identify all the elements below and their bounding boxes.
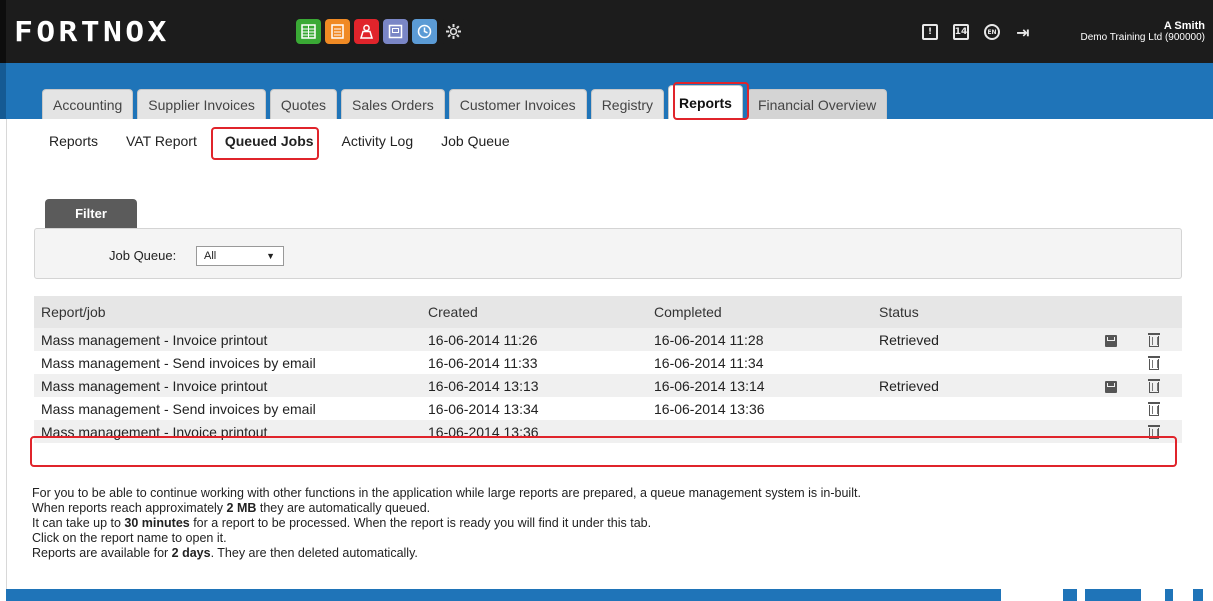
info-line: It can take up to 30 minutes for a repor… (32, 516, 652, 530)
info-line: For you to be able to continue working w… (32, 486, 861, 500)
tab-supplier-invoices[interactable]: Supplier Invoices (137, 89, 266, 119)
notifications-icon[interactable]: ! (922, 24, 938, 40)
queued-jobs-table: Report/job Created Completed Status Mass… (34, 296, 1182, 443)
tab-sales-orders[interactable]: Sales Orders (341, 89, 445, 119)
job-status (872, 351, 1096, 374)
invoice-app-icon[interactable] (325, 19, 350, 44)
reports-tab-highlight (673, 82, 749, 120)
subnav-activity-log[interactable]: Activity Log (342, 133, 414, 149)
header-status: Status (872, 296, 1096, 328)
header-created: Created (421, 296, 647, 328)
accounting-app-icon[interactable] (296, 19, 321, 44)
job-name[interactable]: Mass management - Send invoices by email (34, 397, 421, 420)
payroll-app-icon[interactable] (354, 19, 379, 44)
footer-bar (6, 589, 1213, 601)
subnav-reports[interactable]: Reports (49, 133, 98, 149)
app-switcher (296, 19, 466, 44)
info-line: When reports reach approximately 2 MB th… (32, 501, 431, 515)
job-queue-value: All (204, 250, 217, 262)
job-name[interactable]: Mass management - Invoice printout (34, 374, 421, 397)
tab-accounting[interactable]: Accounting (42, 89, 134, 119)
delete-icon[interactable] (1148, 402, 1160, 417)
company-name: Demo Training Ltd (900000) (1080, 32, 1205, 43)
tab-financial-overview[interactable]: Financial Overview (746, 89, 888, 119)
job-completed: 16-06-2014 11:28 (647, 328, 872, 351)
last-row-highlight (30, 436, 1177, 467)
settings-gear-icon[interactable] (441, 19, 466, 44)
language-icon[interactable]: EN (984, 24, 1000, 40)
job-name[interactable]: Mass management - Invoice printout (34, 328, 421, 351)
header-save (1096, 296, 1126, 328)
job-name[interactable]: Mass management - Send invoices by email (34, 351, 421, 374)
archive-app-icon[interactable] (383, 19, 408, 44)
main-nav: Accounting Supplier Invoices Quotes Sale… (0, 63, 1213, 119)
logout-icon[interactable]: ⇥ (1015, 23, 1031, 42)
job-created: 16-06-2014 13:13 (421, 374, 647, 397)
header-report-job: Report/job (34, 296, 421, 328)
main-tabs: Accounting Supplier Invoices Quotes Sale… (42, 85, 888, 119)
table-header-row: Report/job Created Completed Status (34, 296, 1182, 328)
filter-panel: Job Queue: All ▼ (34, 228, 1182, 279)
job-status (872, 397, 1096, 420)
job-status: Retrieved (872, 328, 1096, 351)
tab-customer-invoices[interactable]: Customer Invoices (448, 89, 587, 119)
delete-icon[interactable] (1148, 379, 1160, 394)
table-row[interactable]: Mass management - Send invoices by email… (34, 351, 1182, 374)
subnav-job-queue[interactable]: Job Queue (441, 133, 510, 149)
user-name: A Smith (1163, 20, 1205, 32)
fortnox-logo[interactable]: FORTNOX (14, 15, 170, 48)
job-completed: 16-06-2014 13:14 (647, 374, 872, 397)
tab-registry[interactable]: Registry (590, 89, 665, 119)
filter-tab[interactable]: Filter (45, 199, 137, 228)
dropdown-arrow-icon: ▼ (266, 251, 275, 261)
job-completed: 16-06-2014 11:34 (654, 354, 764, 371)
table-row[interactable]: Mass management - Send invoices by email… (34, 397, 1182, 420)
delete-icon[interactable] (1148, 356, 1160, 371)
delete-icon[interactable] (1148, 333, 1160, 348)
job-completed: 16-06-2014 13:36 (654, 400, 765, 417)
queued-jobs-highlight (211, 127, 319, 160)
time-app-icon[interactable] (412, 19, 437, 44)
subnav-vat-report[interactable]: VAT Report (126, 133, 197, 149)
utility-icons: ! 14 EN ⇥ (922, 23, 1031, 42)
footer-decoration (1001, 589, 1213, 601)
job-created: 16-06-2014 13:34 (428, 400, 539, 417)
table-row[interactable]: Mass management - Invoice printout 16-06… (34, 328, 1182, 351)
save-icon[interactable] (1105, 380, 1117, 393)
table-row[interactable]: Mass management - Invoice printout 16-06… (34, 374, 1182, 397)
job-created: 16-06-2014 11:33 (428, 354, 538, 371)
header-completed: Completed (647, 296, 872, 328)
info-line: Click on the report name to open it. (32, 531, 227, 545)
calendar-icon[interactable]: 14 (953, 24, 969, 40)
info-line: Reports are available for 2 days. They a… (32, 546, 418, 560)
user-info[interactable]: A Smith Demo Training Ltd (900000) (1080, 20, 1205, 43)
job-status: Retrieved (872, 374, 1096, 397)
queue-info-text: For you to be able to continue working w… (32, 486, 861, 561)
job-created: 16-06-2014 11:26 (421, 328, 647, 351)
top-bar: FORTNOX ! 14 EN ⇥ A Smith Demo Training … (0, 0, 1213, 63)
tab-quotes[interactable]: Quotes (269, 89, 338, 119)
header-delete (1126, 296, 1182, 328)
save-icon[interactable] (1105, 334, 1117, 347)
job-queue-label: Job Queue: (109, 248, 177, 263)
job-queue-select[interactable]: All ▼ (196, 246, 284, 266)
